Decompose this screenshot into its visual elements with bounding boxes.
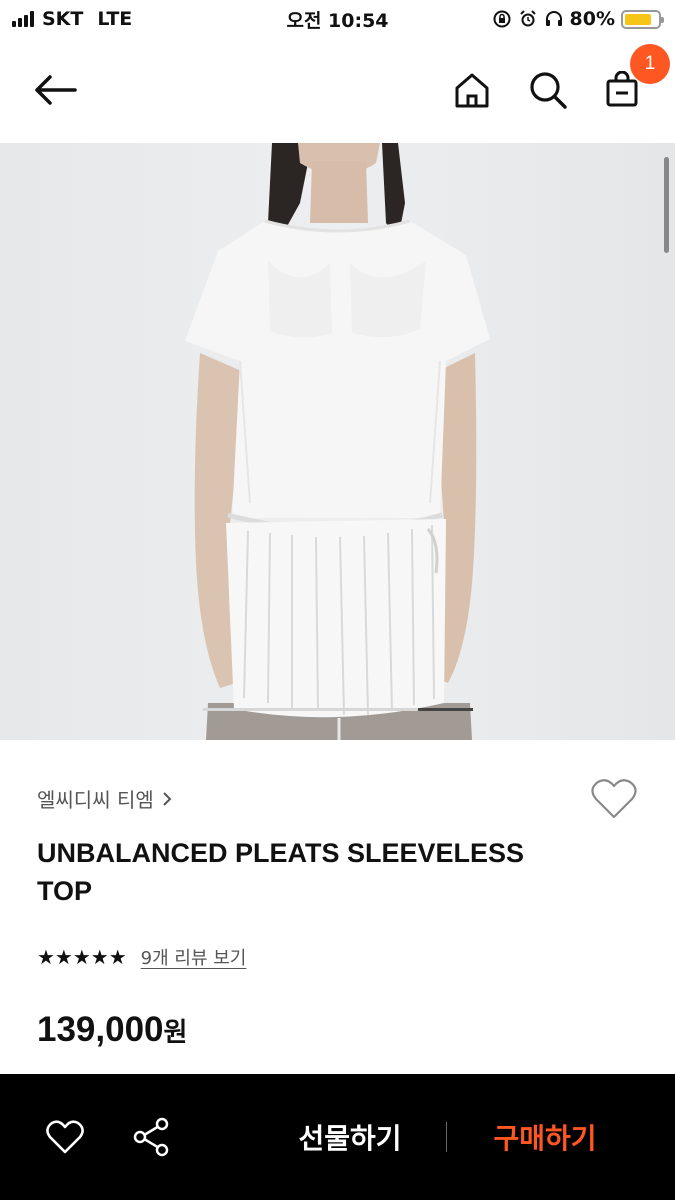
cart-count-badge: 1 [630, 44, 670, 84]
buy-button[interactable]: 구매하기 [470, 1114, 620, 1160]
chevron-right-icon [163, 791, 172, 806]
home-button[interactable] [450, 68, 494, 112]
price-value: 139,000 [37, 1010, 164, 1049]
product-title-line-1: UNBALANCED PLEATS SLEEVELESS [37, 838, 525, 868]
gift-button[interactable]: 선물하기 [270, 1114, 430, 1160]
status-bar: SKT LTE 오전 10:54 80% [0, 0, 675, 38]
signal-icon [12, 11, 34, 27]
cart-button[interactable]: 1 [600, 44, 670, 112]
product-title: UNBALANCED PLEATS SLEEVELESS TOP [37, 834, 577, 910]
status-bar-right: 80% [492, 8, 664, 30]
price: 139,000 원 [37, 1010, 187, 1050]
heart-outline-icon [46, 1120, 84, 1154]
product-image[interactable] [0, 143, 675, 740]
search-icon [530, 72, 567, 109]
share-icon [133, 1117, 169, 1157]
back-arrow-icon [35, 75, 77, 105]
image-pagination-indicator [203, 708, 473, 711]
bottom-action-bar: 선물하기 구매하기 [0, 1074, 675, 1200]
alarm-icon [519, 10, 536, 27]
rating-row: ★★★★★ 9개 리뷰 보기 [37, 944, 246, 970]
battery-percent: 80% [569, 8, 615, 30]
review-link[interactable]: 9개 리뷰 보기 [141, 944, 247, 970]
wishlist-button[interactable] [590, 777, 638, 821]
battery-icon [621, 9, 664, 29]
search-button[interactable] [526, 68, 570, 112]
share-button[interactable] [128, 1114, 174, 1160]
brand-name: 엘씨디씨 티엠 [37, 788, 154, 812]
rotation-lock-icon [493, 10, 511, 28]
home-icon [455, 73, 489, 108]
carrier-label: SKT [42, 8, 84, 30]
bottom-wishlist-button[interactable] [40, 1114, 90, 1160]
back-button[interactable] [30, 68, 80, 112]
headphones-icon [545, 11, 562, 26]
battery-fill [625, 13, 651, 25]
button-divider [446, 1122, 447, 1152]
product-title-line-2: TOP [37, 876, 93, 906]
image-pagination-active [418, 708, 473, 711]
page-scrollbar[interactable] [664, 157, 669, 253]
brand-link[interactable]: 엘씨디씨 티엠 [37, 784, 172, 813]
status-bar-left: SKT LTE [12, 8, 132, 30]
star-rating: ★★★★★ [37, 945, 127, 969]
network-label: LTE [97, 8, 133, 30]
heart-outline-icon [591, 779, 637, 819]
price-currency: 원 [163, 1017, 188, 1047]
app-header: 1 [0, 38, 675, 143]
product-photo [0, 143, 675, 740]
